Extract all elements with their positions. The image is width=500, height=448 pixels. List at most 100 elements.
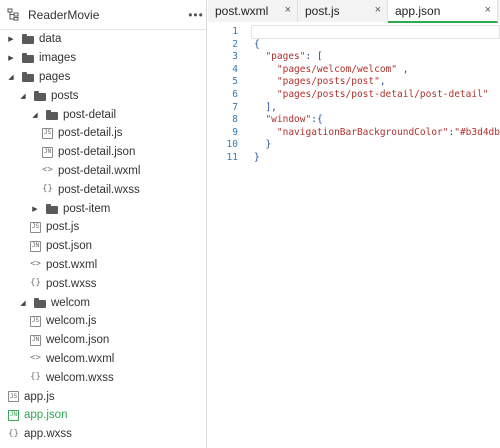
file-item-app-json[interactable]: JN app.json — [0, 406, 206, 425]
wxss-file-icon: {} — [42, 184, 53, 195]
file-item-post-js[interactable]: JS post.js — [0, 218, 206, 237]
more-options-icon[interactable]: ••• — [186, 8, 206, 22]
json-file-icon: JN — [30, 334, 41, 346]
file-item-app-wxss[interactable]: {} app.wxss — [0, 425, 206, 444]
code-line[interactable]: ], — [254, 102, 276, 113]
json-file-icon: JN — [42, 146, 53, 158]
file-item-post-detail-json[interactable]: JN post-detail.json — [0, 143, 206, 162]
folder-item-posts[interactable]: ◢ posts — [0, 86, 206, 105]
file-label: welcom.wxml — [46, 352, 115, 365]
project-title: ReaderMovie — [28, 7, 100, 22]
file-label: post-detail.wxml — [58, 164, 141, 177]
wxss-file-icon: {} — [8, 428, 19, 439]
file-item-welcom-js[interactable]: JS welcom.js — [0, 312, 206, 331]
js-file-icon: JS — [42, 127, 53, 139]
file-item-welcom-wxml[interactable]: <> welcom.wxml — [0, 350, 206, 369]
folder-item-post-detail[interactable]: ◢ post-detail — [0, 105, 206, 124]
chevron-down-icon[interactable]: ◢ — [18, 92, 28, 100]
folder-item-pages[interactable]: ◢ pages — [0, 68, 206, 87]
folder-icon — [22, 71, 34, 82]
folder-item-welcom[interactable]: ◢ welcom — [0, 293, 206, 312]
folder-icon — [34, 297, 46, 308]
folder-label: data — [39, 33, 62, 46]
code-editor[interactable]: 1 2 3 4 5 6 7 8 9 10 11 { "pages": [ "pages/welcom… — [208, 23, 500, 448]
line-number: 2 — [232, 38, 238, 50]
wxss-file-icon: {} — [30, 278, 41, 289]
code-line[interactable]: "navigationBarBackgroundColor":"#b3d4db" — [254, 127, 500, 138]
code-line[interactable]: { — [254, 39, 260, 50]
file-item-welcom-wxss[interactable]: {} welcom.wxss — [0, 368, 206, 387]
line-number: 8 — [232, 114, 238, 126]
js-file-icon: JS — [8, 391, 19, 403]
folder-icon — [46, 109, 58, 120]
chevron-right-icon[interactable]: ▶ — [6, 35, 16, 43]
folder-icon — [22, 53, 34, 64]
folder-item-post-item[interactable]: ▶ post-item — [0, 199, 206, 218]
file-label: post-detail.js — [58, 127, 123, 140]
folder-label: pages — [39, 70, 71, 83]
folder-label: post-item — [63, 202, 111, 215]
code-line[interactable]: } — [254, 139, 271, 150]
wxml-file-icon: <> — [30, 353, 41, 364]
line-number: 10 — [226, 139, 238, 151]
chevron-down-icon[interactable]: ◢ — [30, 111, 40, 119]
folder-icon — [22, 34, 34, 45]
wxml-file-icon: <> — [30, 259, 41, 270]
line-number: 1 — [232, 26, 238, 37]
editor-tabs: post.wxml×post.js×app.json×po — [208, 0, 500, 23]
file-item-post-json[interactable]: JN post.json — [0, 237, 206, 256]
tab-label: post.wxml — [215, 4, 269, 18]
file-tree: ▶ data ▶ images ◢ pages ◢ posts ◢ post-detail JS po… — [0, 30, 206, 444]
file-item-app-js[interactable]: JS app.js — [0, 387, 206, 406]
file-label: app.json — [24, 409, 68, 422]
line-number: 11 — [226, 152, 238, 163]
file-item-welcom-json[interactable]: JN welcom.json — [0, 331, 206, 350]
code-line[interactable]: "pages/posts/post", — [254, 76, 386, 87]
line-number: 4 — [232, 63, 238, 75]
file-label: welcom.json — [46, 334, 110, 347]
close-tab-icon[interactable]: × — [285, 4, 291, 16]
tab-post-wxml[interactable]: post.wxml × — [208, 0, 298, 22]
wxss-file-icon: {} — [30, 372, 41, 383]
folder-item-data[interactable]: ▶ data — [0, 30, 206, 49]
code-line[interactable]: "window":{ — [254, 114, 322, 125]
file-explorer: ReaderMovie ••• ▶ data ▶ images ◢ pages ◢ posts… — [0, 0, 207, 448]
chevron-right-icon[interactable]: ▶ — [6, 54, 16, 62]
chevron-down-icon[interactable]: ◢ — [6, 73, 16, 81]
json-file-icon: JN — [8, 409, 19, 421]
close-tab-icon[interactable]: × — [375, 4, 381, 16]
file-label: welcom.js — [46, 315, 97, 328]
code-line[interactable]: "pages/posts/post-detail/post-detail" — [254, 89, 489, 100]
tab-post-js[interactable]: post.js × — [298, 0, 388, 22]
file-label: app.js — [24, 390, 55, 403]
file-item-post-detail-js[interactable]: JS post-detail.js — [0, 124, 206, 143]
file-item-post-detail-wxss[interactable]: {} post-detail.wxss — [0, 180, 206, 199]
folder-label: images — [39, 52, 77, 65]
js-file-icon: JS — [30, 221, 41, 233]
line-number: 9 — [232, 126, 238, 138]
explorer-header: ReaderMovie ••• — [0, 0, 206, 30]
folder-icon — [34, 90, 46, 101]
file-item-post-wxml[interactable]: <> post.wxml — [0, 256, 206, 275]
folder-label: post-detail — [63, 108, 117, 121]
line-number: 3 — [232, 51, 238, 63]
folder-item-images[interactable]: ▶ images — [0, 49, 206, 68]
folder-label: welcom — [51, 296, 90, 309]
file-item-post-detail-wxml[interactable]: <> post-detail.wxml — [0, 162, 206, 181]
file-item-post-wxss[interactable]: {} post.wxss — [0, 274, 206, 293]
wxml-file-icon: <> — [42, 165, 53, 176]
file-label: welcom.wxss — [46, 371, 114, 384]
tab-app-json[interactable]: app.json × — [388, 0, 498, 23]
file-label: app.wxss — [24, 428, 72, 441]
file-label: post-detail.wxss — [58, 183, 140, 196]
file-label: post.wxml — [46, 258, 98, 271]
chevron-right-icon[interactable]: ▶ — [30, 205, 40, 213]
file-label: post.js — [46, 221, 80, 234]
json-file-icon: JN — [30, 240, 41, 252]
code-line[interactable]: } — [254, 152, 260, 163]
chevron-down-icon[interactable]: ◢ — [18, 299, 28, 307]
file-label: post.json — [46, 240, 93, 253]
code-line[interactable]: "pages": [ — [254, 51, 322, 62]
close-tab-icon[interactable]: × — [485, 4, 491, 16]
code-line[interactable]: "pages/welcom/welcom" , — [254, 64, 409, 75]
